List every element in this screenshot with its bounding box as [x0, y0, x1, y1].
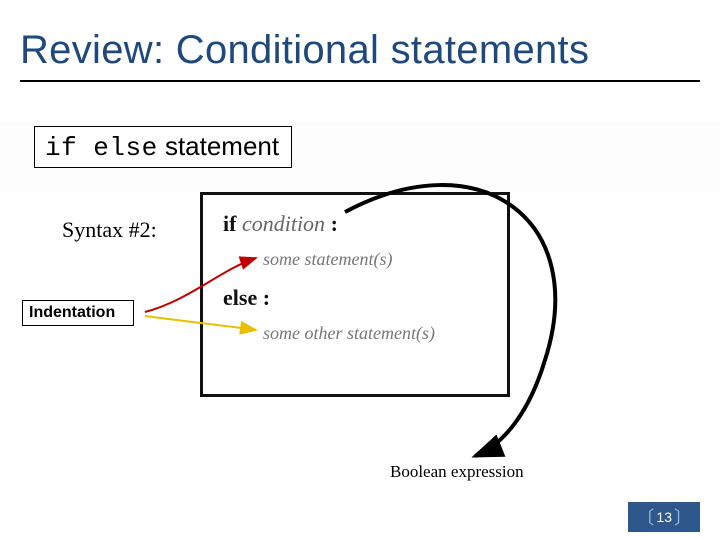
page-number: 13: [656, 509, 672, 525]
code-if-colon: :: [325, 211, 338, 236]
subheading-box: if else statement: [34, 126, 292, 168]
code-line-if: if condition :: [223, 211, 338, 237]
code-else-keyword: else: [223, 285, 257, 310]
boolean-expression-label: Boolean expression: [390, 462, 524, 482]
title-underline: [20, 80, 700, 82]
code-line-body1: some statement(s): [263, 249, 392, 270]
bracket-right-icon: 〕: [672, 504, 694, 530]
page-number-pill: 〔 13 〕: [628, 502, 700, 532]
subheading-text: statement: [158, 131, 279, 161]
code-line-body2: some other statement(s): [263, 323, 435, 344]
code-if-keyword: if: [223, 211, 242, 236]
indentation-label: Indentation: [29, 304, 115, 321]
bracket-left-icon: 〔: [634, 504, 656, 530]
code-line-else: else :: [223, 285, 270, 311]
indentation-label-box: Indentation: [22, 300, 134, 326]
page-title: Review: Conditional statements: [20, 28, 589, 73]
slide: Review: Conditional statements if else s…: [0, 0, 720, 540]
code-if-condition: condition: [242, 211, 325, 236]
code-box: if condition : some statement(s) else : …: [200, 192, 510, 397]
syntax-label: Syntax #2:: [62, 217, 157, 243]
footer: 〔 13 〕: [628, 502, 700, 532]
code-else-colon: :: [257, 285, 270, 310]
subheading-keyword: if else: [45, 133, 158, 163]
